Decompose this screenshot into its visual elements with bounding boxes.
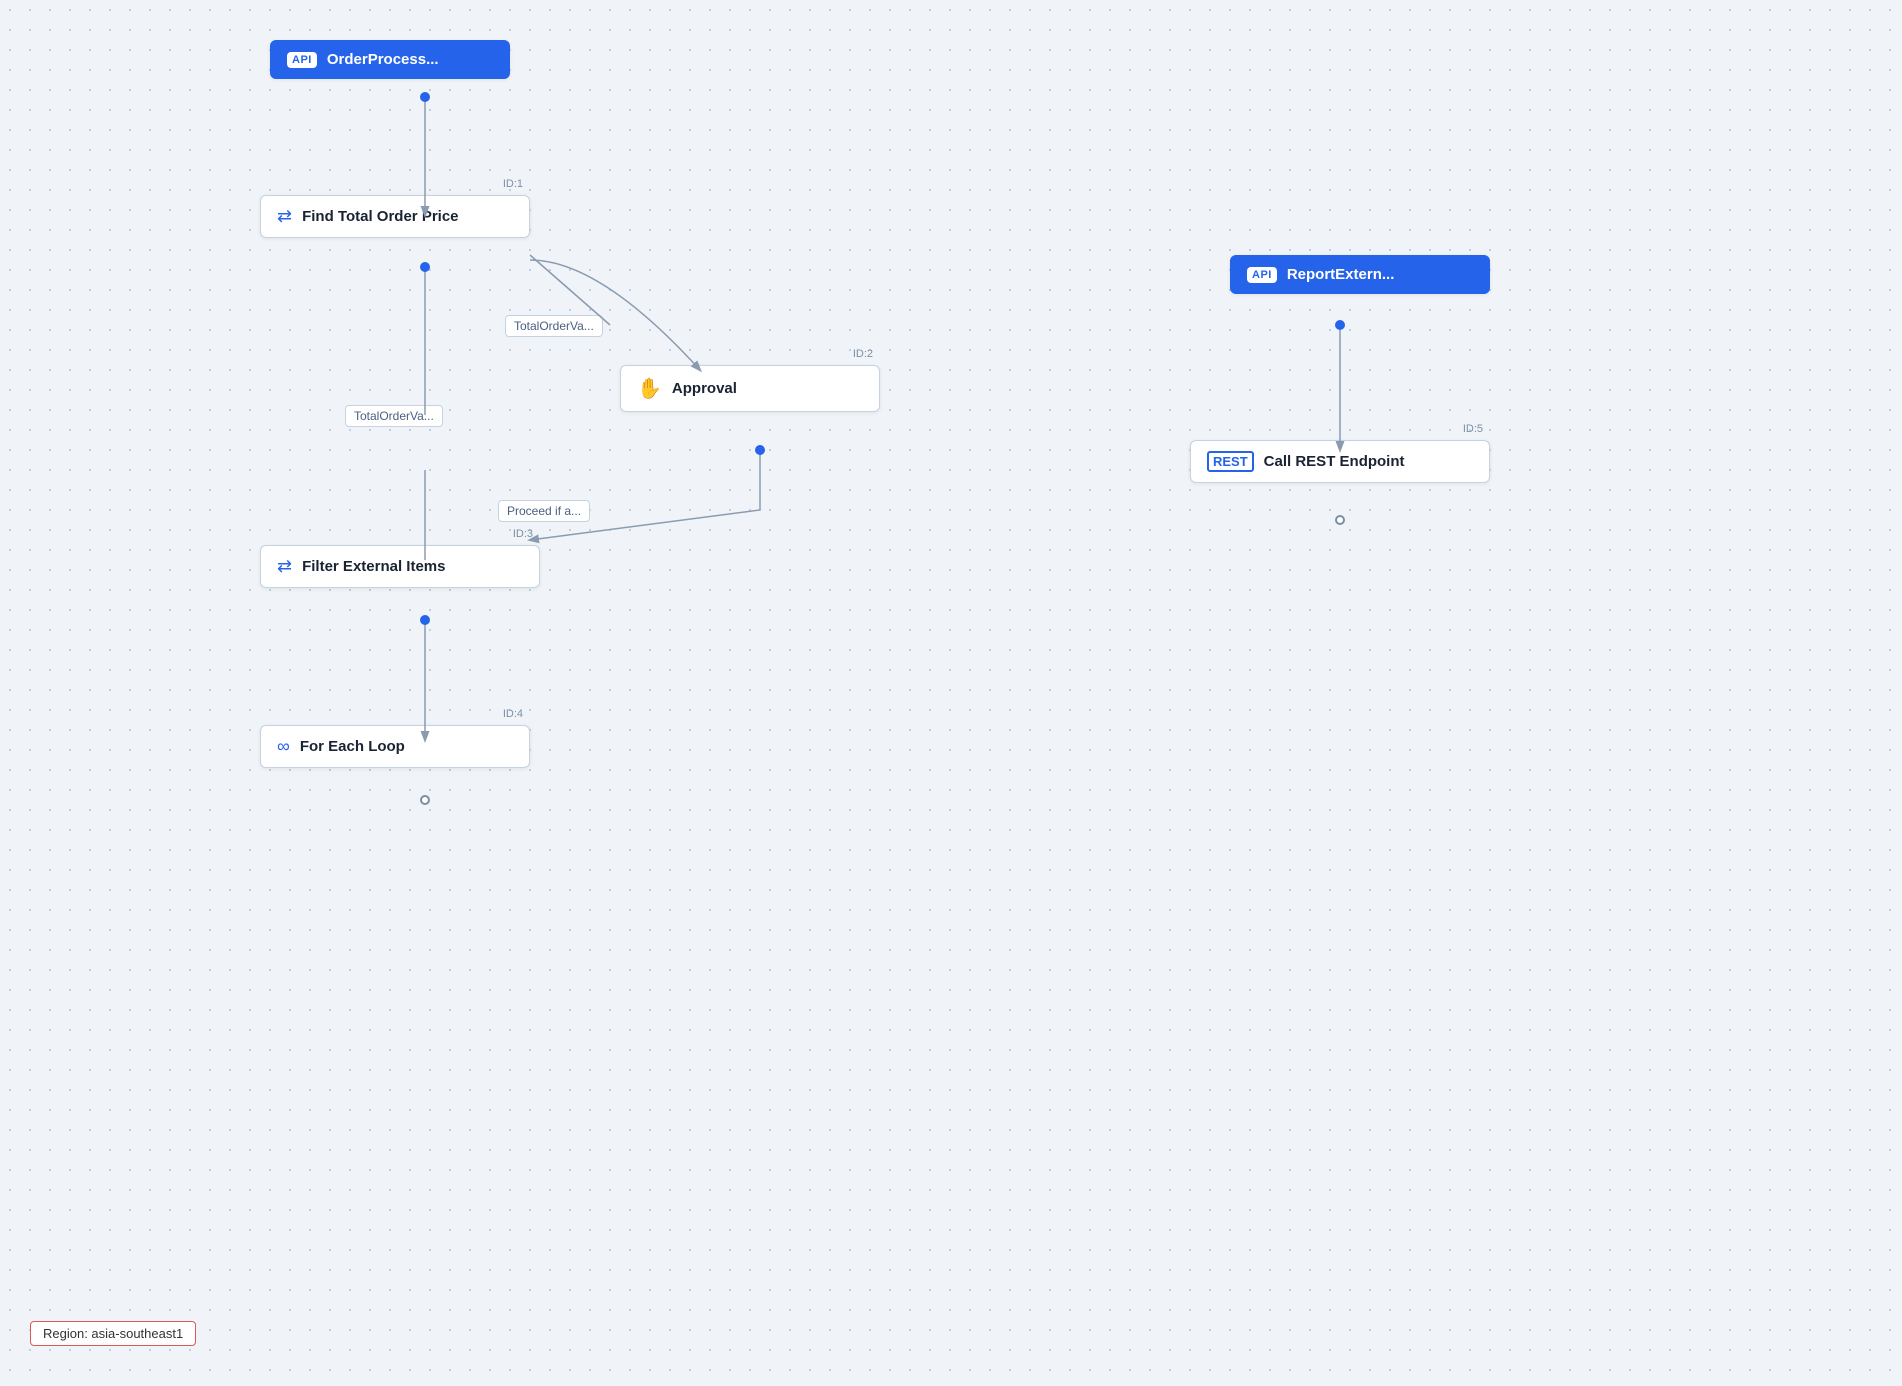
node-filter-external[interactable]: ID:3 ⇄ Filter External Items bbox=[260, 545, 540, 588]
connector-dot-approval-out bbox=[755, 445, 765, 455]
edge-label-proceed-if: Proceed if a... bbox=[498, 500, 590, 522]
node-order-process[interactable]: API OrderProcess... bbox=[270, 40, 510, 79]
node-label-order: OrderProcess... bbox=[327, 51, 439, 68]
edge-label-total-order-left: TotalOrderVa... bbox=[345, 405, 443, 427]
node-call-rest[interactable]: ID:5 REST Call REST Endpoint bbox=[1190, 440, 1490, 483]
loop-icon: ∞ bbox=[277, 736, 290, 757]
node-label-find-total: Find Total Order Price bbox=[302, 208, 458, 225]
connector-dot-for-each-bottom bbox=[420, 795, 430, 805]
node-label-approval: Approval bbox=[672, 380, 737, 397]
node-for-each-loop[interactable]: ID:4 ∞ For Each Loop bbox=[260, 725, 530, 768]
node-label-call-rest: Call REST Endpoint bbox=[1264, 453, 1405, 470]
node-id-approval: ID:2 bbox=[853, 348, 873, 360]
region-badge: Region: asia-southeast1 bbox=[30, 1321, 196, 1346]
edge-label-total-order-right: TotalOrderVa... bbox=[505, 315, 603, 337]
node-id-call-rest: ID:5 bbox=[1463, 423, 1483, 435]
api-badge-report: API bbox=[1247, 267, 1277, 283]
node-label-report: ReportExtern... bbox=[1287, 266, 1395, 283]
node-id-for-each: ID:4 bbox=[503, 708, 523, 720]
api-badge-order: API bbox=[287, 52, 317, 68]
node-label-for-each: For Each Loop bbox=[300, 738, 405, 755]
connector-dot-report-out bbox=[1335, 320, 1345, 330]
rest-badge: REST bbox=[1207, 451, 1254, 472]
connector-dot-order-out bbox=[420, 92, 430, 102]
node-report-extern[interactable]: API ReportExtern... bbox=[1230, 255, 1490, 294]
connector-dot-filter-out bbox=[420, 615, 430, 625]
node-approval[interactable]: ID:2 ✋ Approval bbox=[620, 365, 880, 412]
approval-icon: ✋ bbox=[637, 376, 662, 401]
connector-dot-rest-bottom bbox=[1335, 515, 1345, 525]
filter-icon-find-total: ⇄ bbox=[277, 206, 292, 227]
node-find-total[interactable]: ID:1 ⇄ Find Total Order Price bbox=[260, 195, 530, 238]
workflow-canvas[interactable]: API OrderProcess... ID:1 ⇄ Find Total Or… bbox=[0, 0, 1902, 1386]
node-id-find-total: ID:1 bbox=[503, 178, 523, 190]
filter-icon-external: ⇄ bbox=[277, 556, 292, 577]
node-id-filter-external: ID:3 bbox=[513, 528, 533, 540]
connector-dot-find-total-out bbox=[420, 262, 430, 272]
node-label-filter-external: Filter External Items bbox=[302, 558, 445, 575]
